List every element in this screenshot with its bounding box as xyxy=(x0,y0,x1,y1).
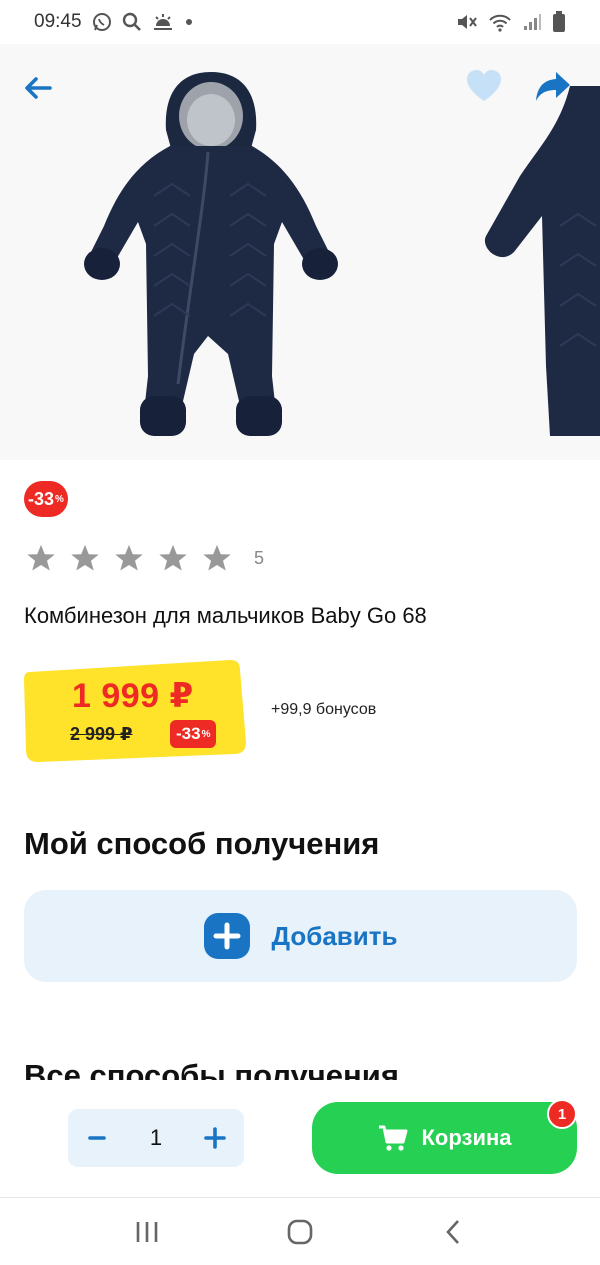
status-time: 09:45 xyxy=(34,11,82,32)
my-delivery-method-title: Мой способ получения xyxy=(24,826,380,861)
heart-icon xyxy=(467,70,501,101)
discount-badge-unit: % xyxy=(55,493,64,505)
home-button[interactable] xyxy=(280,1212,320,1252)
rating-count: 5 xyxy=(254,547,265,568)
star-icon xyxy=(115,544,143,571)
price-block: 1 999 ₽ 2 999 ₽ -33% xyxy=(24,658,248,762)
product-image[interactable] xyxy=(80,66,342,446)
status-left: 09:45 xyxy=(34,11,194,33)
increase-button[interactable] xyxy=(204,1127,226,1149)
cart-icon xyxy=(378,1125,407,1151)
star-icon xyxy=(71,544,99,571)
action-bar: 1 Корзина 1 xyxy=(0,1080,600,1198)
favorite-button[interactable] xyxy=(465,68,503,106)
mute-icon xyxy=(456,12,478,32)
battery-icon xyxy=(552,11,566,33)
discount-badge: -33% xyxy=(24,481,68,517)
signal-icon xyxy=(522,12,542,32)
bonus-text: +99,9 бонусов xyxy=(271,701,377,718)
weather-icon xyxy=(152,12,174,32)
quantity-stepper: 1 xyxy=(68,1109,244,1167)
system-nav-bar xyxy=(0,1198,600,1265)
price-discount-value: -33 xyxy=(176,724,201,743)
whatsapp-icon xyxy=(92,12,112,32)
old-price: 2 999 ₽ xyxy=(70,724,133,744)
product-gallery[interactable] xyxy=(0,44,600,460)
product-image-next[interactable] xyxy=(480,66,600,446)
add-delivery-label: Добавить xyxy=(271,920,398,951)
price-discount-unit: % xyxy=(201,728,211,740)
quantity-value: 1 xyxy=(149,1125,163,1150)
search-icon xyxy=(122,12,142,32)
product-title: Комбинезон для мальчиков Baby Go 68 xyxy=(24,603,427,628)
share-icon xyxy=(536,72,570,101)
price-discount-badge: -33% xyxy=(170,720,217,748)
star-icon xyxy=(159,544,187,571)
cart-count-badge: 1 xyxy=(547,1099,577,1129)
back-arrow-icon xyxy=(25,77,52,99)
wifi-icon xyxy=(488,12,512,32)
discount-badge-value: -33 xyxy=(28,488,55,509)
star-icon xyxy=(27,544,55,571)
home-icon xyxy=(287,1219,313,1244)
back-button[interactable] xyxy=(20,70,56,106)
status-bar: 09:45 xyxy=(0,0,600,44)
add-to-cart-button[interactable]: Корзина xyxy=(312,1102,577,1174)
recent-apps-button[interactable] xyxy=(127,1212,167,1252)
rating[interactable]: 5 xyxy=(26,543,264,573)
status-right xyxy=(456,11,566,33)
recent-apps-icon xyxy=(136,1221,157,1242)
cart-label: Корзина xyxy=(421,1125,512,1150)
chevron-left-icon xyxy=(446,1219,460,1244)
star-icon xyxy=(203,544,231,571)
back-nav-button[interactable] xyxy=(433,1212,473,1252)
current-price: 1 999 ₽ xyxy=(72,677,194,715)
plus-circle-icon xyxy=(203,913,250,959)
dot-icon xyxy=(184,17,194,27)
minus-icon xyxy=(88,1136,106,1140)
plus-icon xyxy=(204,1127,226,1149)
share-button[interactable] xyxy=(534,68,572,106)
decrease-button[interactable] xyxy=(86,1127,108,1149)
add-delivery-method-button[interactable]: Добавить xyxy=(24,890,577,982)
